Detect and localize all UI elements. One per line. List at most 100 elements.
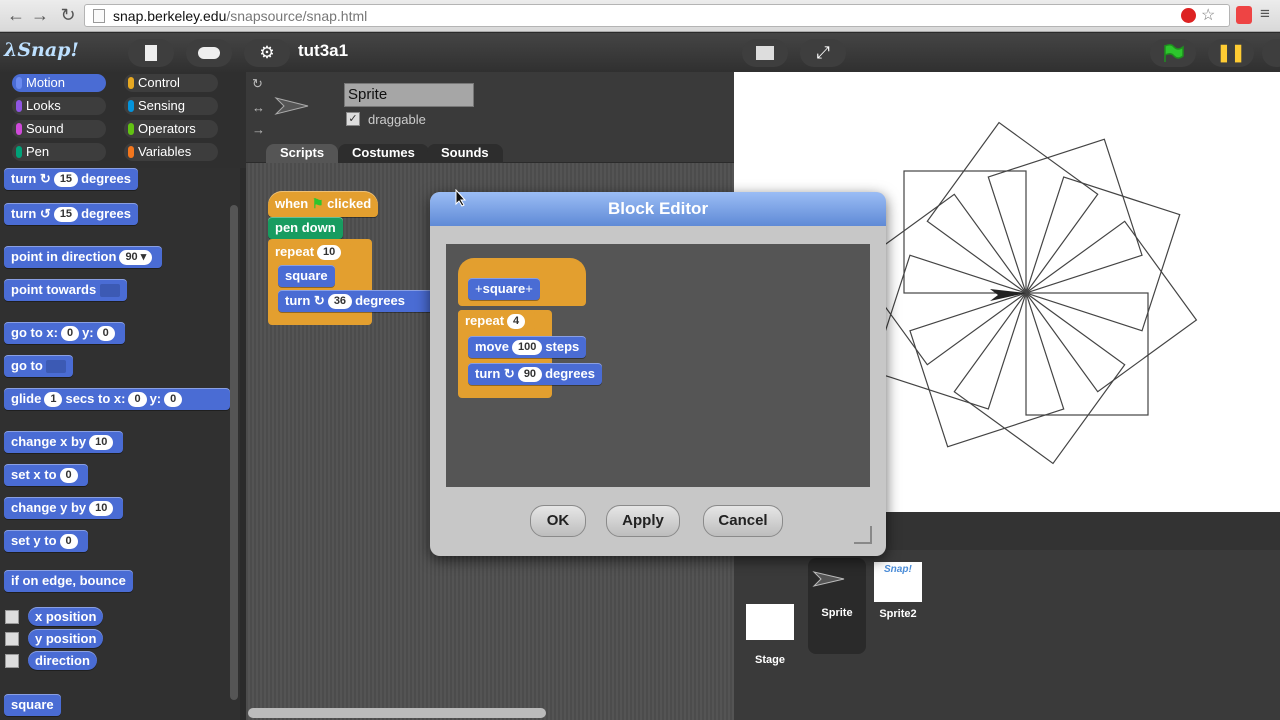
sprite-name-field[interactable]: Sprite [344, 83, 474, 107]
draggable-checkbox[interactable]: ✓ [346, 112, 360, 126]
category-looks[interactable]: Looks [12, 97, 106, 115]
scripts-scrollbar[interactable] [248, 708, 546, 718]
repeat-count-input[interactable]: 10 [317, 245, 342, 261]
turn-block[interactable]: turn ↻ 90 degrees [468, 363, 602, 385]
custom-square-block[interactable]: square [278, 265, 335, 287]
x-position-reporter[interactable]: x position [28, 607, 104, 626]
category-label: Sensing [138, 98, 185, 113]
tab-scripts[interactable]: Scripts [266, 144, 339, 164]
block-text: secs to x: [65, 391, 126, 406]
green-flag-button[interactable] [1150, 39, 1196, 67]
presentation-button[interactable]: ⤢ [800, 39, 846, 67]
star-icon[interactable]: ☆ [1201, 5, 1215, 25]
when-flag-clicked-hat[interactable]: when ⚑ clicked [268, 191, 379, 217]
rotate-style-icon[interactable]: ↻ [252, 76, 263, 92]
value-input[interactable]: 0 [59, 468, 78, 484]
category-control[interactable]: Control [124, 74, 218, 92]
direction-checkbox[interactable] [5, 654, 19, 668]
category-sound[interactable]: Sound [12, 120, 106, 138]
flip-style-icon[interactable]: ↔ [252, 100, 265, 115]
back-arrow-icon[interactable]: ← [4, 4, 28, 28]
secs-input[interactable]: 1 [44, 392, 63, 408]
degrees-input[interactable]: 36 [327, 294, 353, 310]
menu-icon[interactable]: ≡ [1260, 4, 1270, 24]
amount-input[interactable]: 10 [89, 435, 114, 451]
change-y-block[interactable]: change y by 10 [4, 497, 124, 519]
category-pen[interactable]: Pen [12, 143, 106, 161]
set-x-block[interactable]: set x to 0 [4, 464, 88, 486]
category-sensing[interactable]: Sensing [124, 97, 218, 115]
point-in-direction-block[interactable]: point in direction 90 ▾ [4, 246, 163, 268]
bounce-block[interactable]: if on edge, bounce [4, 570, 133, 592]
sprite2-thumbnail[interactable]: Snap! [874, 562, 922, 602]
pen-down-block[interactable]: pen down [268, 217, 343, 239]
amount-input[interactable]: 10 [89, 501, 114, 517]
block-editor-canvas[interactable]: +square+ repeat 4 move 100 steps turn ↻ 90 de… [446, 244, 870, 487]
browser-toolbar: ← → ↻ snap.berkeley.edu/snapsource/snap.… [0, 0, 1280, 32]
target-dropdown[interactable] [99, 284, 120, 298]
y-position-reporter[interactable]: y position [28, 629, 104, 648]
set-y-block[interactable]: set y to 0 [4, 530, 88, 552]
adblock-icon[interactable] [1181, 8, 1196, 23]
direction-input[interactable]: 90 ▾ [119, 250, 153, 266]
x-position-checkbox[interactable] [5, 610, 19, 624]
palette-scrollbar[interactable] [230, 205, 238, 700]
change-x-block[interactable]: change x by 10 [4, 431, 124, 453]
plus-icon: + [525, 281, 533, 296]
move-block[interactable]: move 100 steps [468, 336, 587, 358]
degrees-input[interactable]: 90 [517, 367, 543, 383]
resize-handle-icon[interactable] [854, 526, 872, 544]
dialog-title[interactable]: Block Editor [430, 192, 886, 226]
block-text: repeat [275, 244, 315, 259]
stage-thumbnail[interactable] [746, 604, 794, 640]
category-label: Motion [26, 75, 66, 90]
repeat-block-head[interactable]: repeat 4 [458, 310, 536, 332]
glide-block[interactable]: glide 1 secs to x: 0 y: 0 [4, 388, 230, 410]
category-variables[interactable]: Variables [124, 143, 218, 161]
block-text: degrees [545, 366, 595, 381]
target-dropdown[interactable] [46, 360, 67, 374]
go-to-block[interactable]: go to [4, 355, 74, 377]
stage-size-button[interactable] [742, 39, 788, 67]
tab-sounds[interactable]: Sounds [427, 144, 503, 164]
snap-logo[interactable]: λSnap! [4, 39, 79, 65]
tab-costumes[interactable]: Costumes [338, 144, 429, 164]
pause-button[interactable]: ❚❚ [1208, 39, 1254, 67]
turn-block[interactable]: turn ↻ 36 degrees [278, 290, 438, 312]
custom-square-block[interactable]: square [4, 694, 61, 716]
settings-button[interactable]: ⚙ [244, 39, 290, 67]
steps-input[interactable]: 100 [511, 340, 543, 356]
draggable-label: draggable [368, 112, 426, 127]
category-operators[interactable]: Operators [124, 120, 218, 138]
turn-left-block[interactable]: turn ↺ 15 degrees [4, 203, 138, 225]
reload-icon[interactable]: ↻ [56, 4, 80, 28]
cancel-button[interactable]: Cancel [703, 505, 783, 537]
direction-reporter[interactable]: direction [28, 651, 97, 670]
cloud-button[interactable] [186, 39, 232, 67]
y-input[interactable]: 0 [164, 392, 183, 408]
degrees-input[interactable]: 15 [53, 172, 79, 188]
block-text: turn [475, 366, 501, 381]
point-towards-block[interactable]: point towards [4, 279, 127, 301]
stop-button[interactable] [1262, 39, 1280, 67]
ok-button[interactable]: OK [530, 505, 586, 537]
category-motion[interactable]: Motion [12, 74, 106, 92]
degrees-input[interactable]: 15 [53, 207, 79, 223]
address-bar[interactable]: snap.berkeley.edu/snapsource/snap.html ☆ [84, 4, 1230, 27]
file-menu-button[interactable] [128, 39, 174, 67]
apply-button[interactable]: Apply [606, 505, 680, 537]
control-dot [128, 77, 134, 89]
extension-icon[interactable] [1236, 6, 1252, 24]
y-input[interactable]: 0 [96, 326, 115, 342]
repeat-count-input[interactable]: 4 [507, 314, 526, 330]
go-to-xy-block[interactable]: go to x: 0 y: 0 [4, 322, 125, 344]
x-input[interactable]: 0 [128, 392, 147, 408]
x-input[interactable]: 0 [60, 326, 80, 342]
prototype-block[interactable]: +square+ [468, 278, 540, 300]
repeat-block-head[interactable]: repeat 10 [268, 241, 352, 263]
no-rotate-icon[interactable]: → [252, 122, 265, 137]
forward-arrow-icon[interactable]: → [28, 4, 52, 28]
value-input[interactable]: 0 [59, 534, 78, 550]
turn-right-block[interactable]: turn ↻ 15 degrees [4, 168, 138, 190]
y-position-checkbox[interactable] [5, 632, 19, 646]
